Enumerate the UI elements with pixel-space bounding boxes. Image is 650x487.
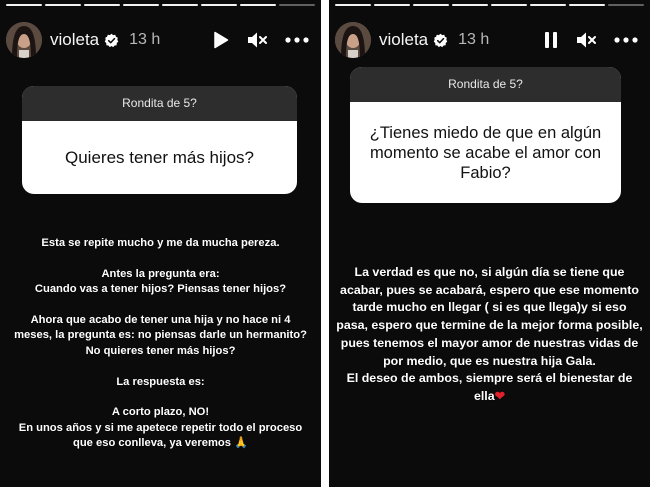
progress-segment (162, 4, 198, 6)
more-icon[interactable] (285, 37, 309, 43)
play-icon[interactable] (213, 31, 229, 49)
answer-paragraph: Esta se repite mucho y me da mucha perez… (41, 237, 280, 249)
question-sticker-header: Rondita de 5? (22, 86, 297, 121)
answer-paragraph: La verdad es que no, si algún día se tie… (336, 265, 643, 368)
progress-segment (413, 4, 449, 6)
answer-paragraph: En unos años y si me apetece repetir tod… (18, 421, 303, 450)
avatar[interactable] (335, 22, 371, 58)
story-header: violeta 13 h (335, 20, 638, 60)
progress-segment (374, 4, 410, 6)
heart-icon: ❤ (494, 388, 506, 403)
story-progress-bar (335, 4, 644, 7)
question-text: ¿Tienes miedo de que en algún momento se… (369, 123, 602, 182)
more-icon[interactable] (614, 37, 638, 43)
story-panel-left[interactable]: violeta 13 h Rondita de 5? Quieres tener… (0, 0, 321, 487)
username[interactable]: violeta (50, 30, 99, 50)
answer-paragraph: Cuando vas a tener hijos? Piensas tener … (34, 283, 287, 296)
progress-segment (279, 4, 315, 6)
post-time: 13 h (129, 31, 161, 48)
verified-badge-icon (104, 33, 119, 48)
verified-badge-icon (433, 33, 448, 48)
post-time: 13 h (458, 31, 490, 48)
progress-segment (240, 4, 276, 6)
question-sticker: Rondita de 5? ¿Tienes miedo de que en al… (350, 67, 621, 203)
answer-paragraph: La respuesta es: (116, 375, 205, 388)
story-panel-right[interactable]: violeta 13 h Rondita de 5? ¿Tienes miedo… (329, 0, 650, 487)
answer-paragraph: Ahora que acabo de tener una hija y no h… (14, 313, 307, 357)
answer-paragraph: Antes la pregunta era: (101, 267, 220, 280)
progress-segment (452, 4, 488, 6)
progress-segment (491, 4, 527, 6)
progress-segment (45, 4, 81, 6)
progress-segment (608, 4, 644, 6)
progress-segment (335, 4, 371, 6)
progress-segment (123, 4, 159, 6)
progress-segment (530, 4, 566, 6)
answer-paragraph: A corto plazo, NO! (111, 406, 210, 419)
pause-icon[interactable] (544, 31, 558, 49)
question-text: Quieres tener más hijos? (65, 147, 254, 167)
speaker-muted-icon[interactable] (576, 31, 596, 49)
story-progress-bar (6, 4, 315, 7)
progress-segment (6, 4, 42, 6)
question-sticker: Rondita de 5? Quieres tener más hijos? (22, 86, 297, 194)
story-header: violeta 13 h (6, 20, 309, 60)
avatar[interactable] (6, 22, 42, 58)
answer-paragraph-text: El deseo de ambos, siempre será el biene… (346, 371, 633, 403)
story-answer-text: La verdad es que no, si algún día se tie… (335, 264, 644, 406)
answer-paragraph: El deseo de ambos, siempre será el biene… (335, 370, 644, 405)
progress-segment (569, 4, 605, 6)
progress-segment (201, 4, 237, 6)
question-sticker-header: Rondita de 5? (350, 67, 621, 102)
username[interactable]: violeta (379, 30, 428, 50)
speaker-muted-icon[interactable] (247, 31, 267, 49)
story-answer-text: Esta se repite mucho y me da mucha perez… (14, 236, 307, 452)
progress-segment (84, 4, 120, 6)
